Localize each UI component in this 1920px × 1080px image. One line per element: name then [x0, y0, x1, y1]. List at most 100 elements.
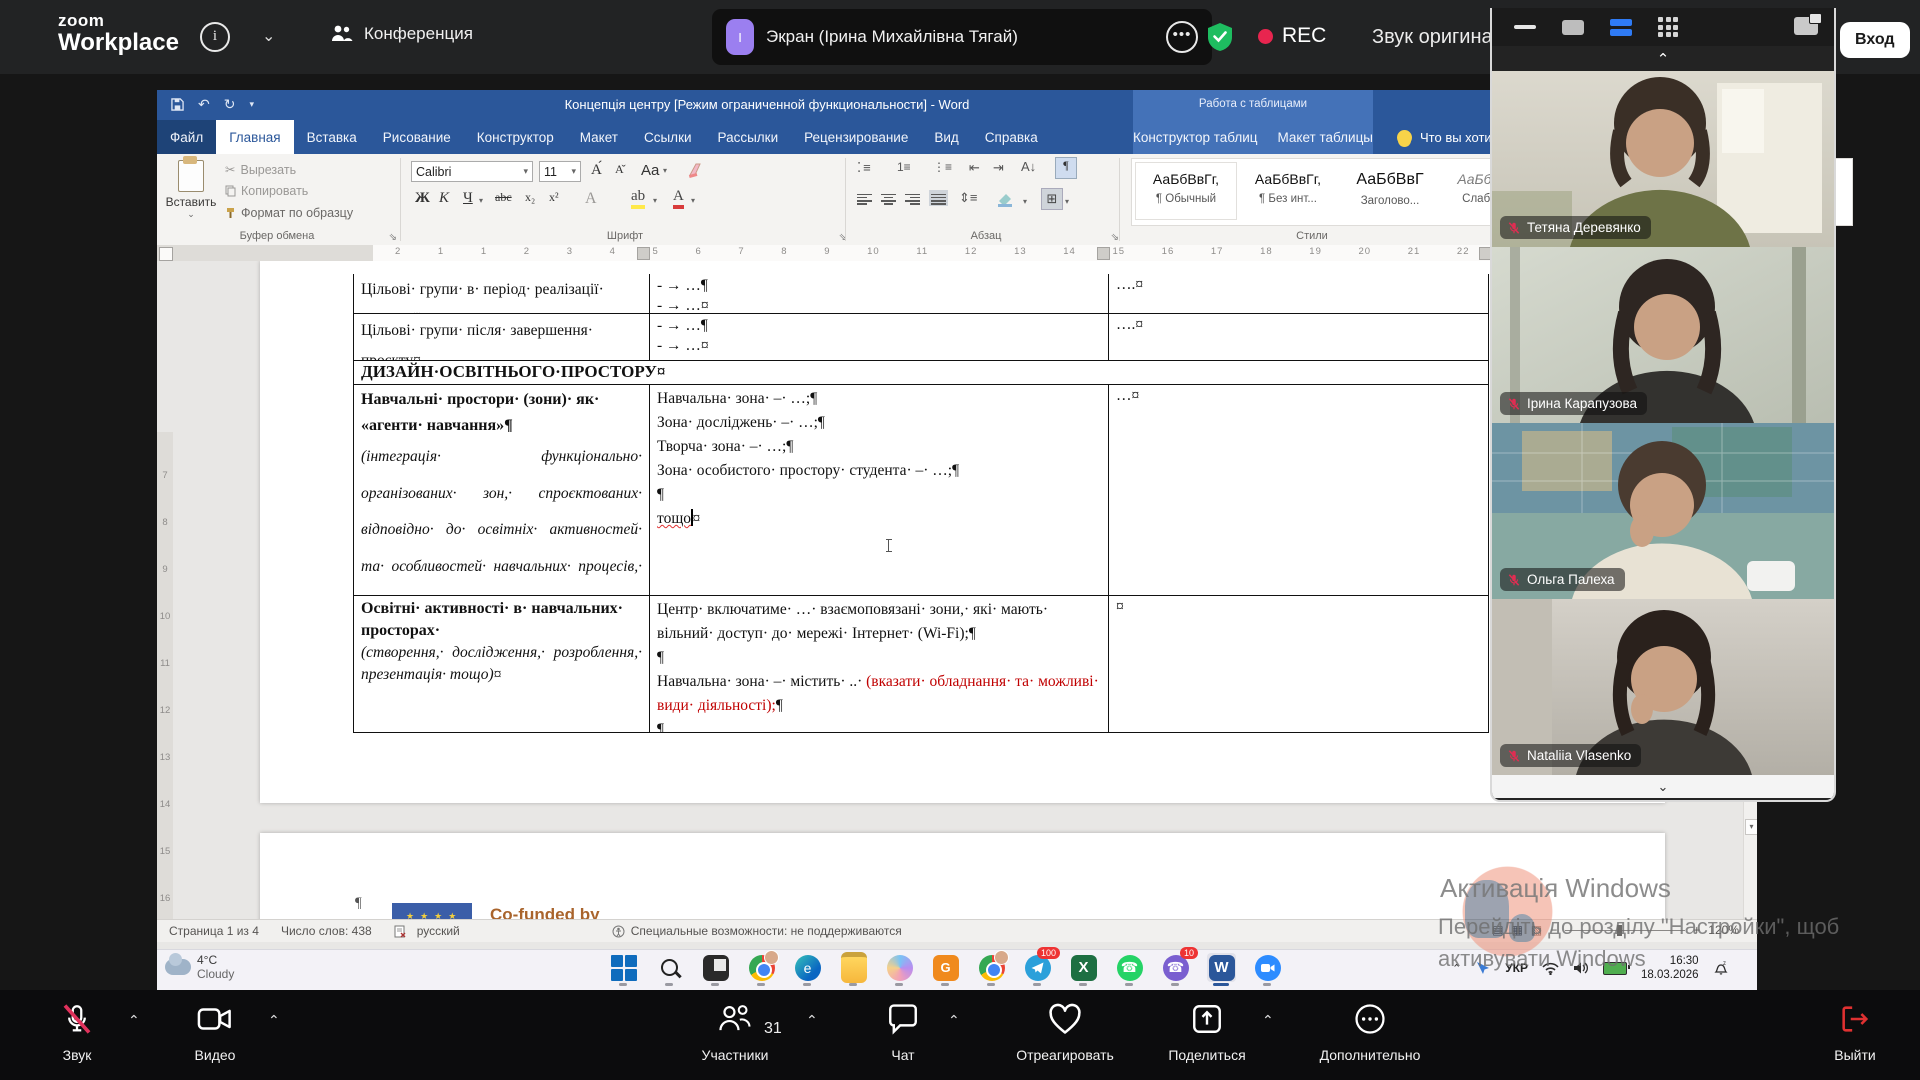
tab-references[interactable]: Ссылки	[631, 120, 705, 154]
accessibility-status[interactable]: Специальные возможности: не поддерживают…	[612, 924, 902, 938]
font-size-combo[interactable]: 11▾	[539, 161, 581, 182]
telegram-icon[interactable]: 100	[1023, 953, 1052, 982]
borders-dropdown-icon[interactable]: ▾	[1065, 197, 1069, 206]
notification-bell-icon[interactable]: z	[1713, 960, 1729, 976]
multilevel-list-button[interactable]: ⋮≡	[933, 160, 952, 174]
style-normal[interactable]: АаБбВвГг, ¶ Обычный	[1135, 162, 1237, 220]
tab-design[interactable]: Конструктор	[464, 120, 567, 154]
show-marks-button[interactable]: ¶	[1055, 157, 1077, 179]
edge-icon[interactable]: e	[793, 953, 822, 982]
tab-file[interactable]: Файл	[157, 120, 216, 154]
chat-button[interactable]: Чат	[848, 1002, 958, 1063]
collapse-down-icon[interactable]: ⌄	[1492, 775, 1834, 798]
gallery-view-icon[interactable]	[1658, 17, 1678, 37]
shading-dropdown-icon[interactable]: ▾	[1023, 197, 1027, 206]
line-spacing-button[interactable]: ⇕≡	[959, 190, 977, 206]
audio-button[interactable]: Звук	[22, 1002, 132, 1063]
numbering-button[interactable]: 1≡	[897, 160, 911, 174]
change-case-dropdown-icon[interactable]: ▾	[663, 166, 667, 175]
stacked-view-icon[interactable]	[1610, 19, 1632, 36]
search-button[interactable]	[655, 953, 684, 982]
increase-indent-button[interactable]: ⇥	[993, 160, 1004, 176]
tab-review[interactable]: Рецензирование	[791, 120, 921, 154]
align-left-button[interactable]	[857, 192, 872, 204]
popout-panel-icon[interactable]	[1794, 17, 1818, 35]
speaker-view-icon[interactable]	[1562, 20, 1584, 35]
document-page-1[interactable]: Цільові· групи· в· період· реалізації· п…	[260, 261, 1665, 803]
tab-insert[interactable]: Вставка	[294, 120, 370, 154]
page-indicator[interactable]: Страница 1 из 4	[169, 924, 259, 938]
tab-view[interactable]: Вид	[921, 120, 971, 154]
cut-button[interactable]: ✂ Вырезать	[225, 162, 296, 177]
strikethrough-button[interactable]: abc	[495, 190, 512, 205]
more-button[interactable]: Дополнительно	[1295, 1002, 1445, 1063]
subscript-button[interactable]: х₂	[525, 190, 535, 205]
grow-font-button[interactable]: А́	[591, 162, 602, 179]
audio-options-icon[interactable]: ⌃	[128, 1012, 140, 1029]
bullets-button[interactable]: ⁚≡	[857, 160, 873, 176]
clock[interactable]: 16:30 18.03.2026	[1641, 954, 1699, 983]
align-right-button[interactable]	[905, 192, 920, 204]
change-case-button[interactable]: Aa	[641, 162, 659, 179]
tab-draw[interactable]: Рисование	[370, 120, 464, 154]
chrome-icon[interactable]	[747, 953, 776, 982]
highlight-dropdown-icon[interactable]: ▾	[653, 196, 657, 205]
copy-button[interactable]: Копировать	[225, 184, 308, 198]
decrease-indent-button[interactable]: ⇤	[969, 160, 980, 176]
start-button[interactable]	[609, 953, 638, 982]
underline-dropdown-icon[interactable]: ▾	[479, 196, 483, 205]
viber-icon[interactable]: 10☎	[1161, 953, 1190, 982]
paragraph-dialog-launcher[interactable]: ⇘	[1111, 232, 1119, 243]
video-tile-4[interactable]: Nataliia Vlasenko	[1492, 599, 1834, 775]
font-color-button[interactable]: А	[673, 188, 684, 209]
word-count[interactable]: Число слов: 438	[281, 924, 372, 938]
chrome-profile2-icon[interactable]	[977, 953, 1006, 982]
whatsapp-icon[interactable]: ☎	[1115, 953, 1144, 982]
conference-tab[interactable]: Конференция	[330, 24, 473, 44]
italic-button[interactable]: К	[439, 190, 449, 207]
format-painter-button[interactable]: Формат по образцу	[225, 206, 353, 220]
meeting-info-icon[interactable]: i	[200, 22, 230, 52]
copilot-icon[interactable]	[885, 953, 914, 982]
video-tile-2[interactable]: Ірина Карапузова	[1492, 247, 1834, 423]
video-options-icon[interactable]: ⌃	[268, 1012, 280, 1029]
sort-button[interactable]: А↓	[1021, 159, 1036, 174]
bold-button[interactable]: Ж	[415, 190, 430, 207]
text-effects-button[interactable]: А	[585, 190, 597, 208]
proofing-icon[interactable]	[394, 925, 407, 938]
screen-share-tab[interactable]: I Экран (Ірина Михайлівна Тягай) •••	[712, 9, 1212, 65]
file-explorer-icon[interactable]	[839, 953, 868, 982]
excel-icon[interactable]: X	[1069, 953, 1098, 982]
photos-app-icon[interactable]	[701, 953, 730, 982]
paste-button[interactable]: Вставить ⌄	[165, 160, 217, 226]
share-button[interactable]: Поделиться	[1152, 1002, 1262, 1063]
word-taskbar-icon[interactable]: W	[1207, 953, 1236, 982]
react-button[interactable]: Отреагировать	[995, 1002, 1135, 1063]
table-column-marker-icon[interactable]	[1097, 247, 1110, 260]
weather-widget[interactable]: 4°C Cloudy	[165, 953, 234, 982]
chat-options-icon[interactable]: ⌃	[948, 1012, 960, 1029]
pdf-app-icon[interactable]: G	[931, 953, 960, 982]
tab-mailings[interactable]: Рассылки	[705, 120, 792, 154]
shading-button[interactable]	[997, 192, 1015, 207]
language-indicator[interactable]: русский	[417, 924, 460, 938]
highlight-button[interactable]: ab	[631, 188, 645, 209]
video-button[interactable]: Видео	[160, 1002, 270, 1063]
align-center-button[interactable]	[881, 192, 896, 204]
superscript-button[interactable]: х²	[549, 190, 559, 205]
font-color-dropdown-icon[interactable]: ▾	[691, 196, 695, 205]
document-table[interactable]: Цільові· групи· в· період· реалізації· п…	[353, 274, 1489, 733]
clear-formatting-icon[interactable]	[687, 162, 703, 178]
scroll-down-icon[interactable]: ▾	[1745, 819, 1757, 835]
font-name-combo[interactable]: Calibri▾	[411, 161, 533, 182]
tab-layout[interactable]: Макет	[567, 120, 631, 154]
justify-button[interactable]	[929, 190, 948, 206]
zoom-taskbar-icon[interactable]	[1253, 953, 1282, 982]
shrink-font-button[interactable]: А̌	[615, 162, 624, 177]
minimize-panel-icon[interactable]	[1514, 25, 1536, 29]
share-options-icon[interactable]: ⌃	[1262, 1012, 1274, 1029]
style-heading1[interactable]: АаБбВвГ Заголово...	[1339, 162, 1441, 220]
tab-options-icon[interactable]: •••	[1166, 21, 1198, 53]
underline-button[interactable]: Ч	[463, 190, 473, 207]
borders-button[interactable]: ⊞	[1041, 188, 1063, 210]
